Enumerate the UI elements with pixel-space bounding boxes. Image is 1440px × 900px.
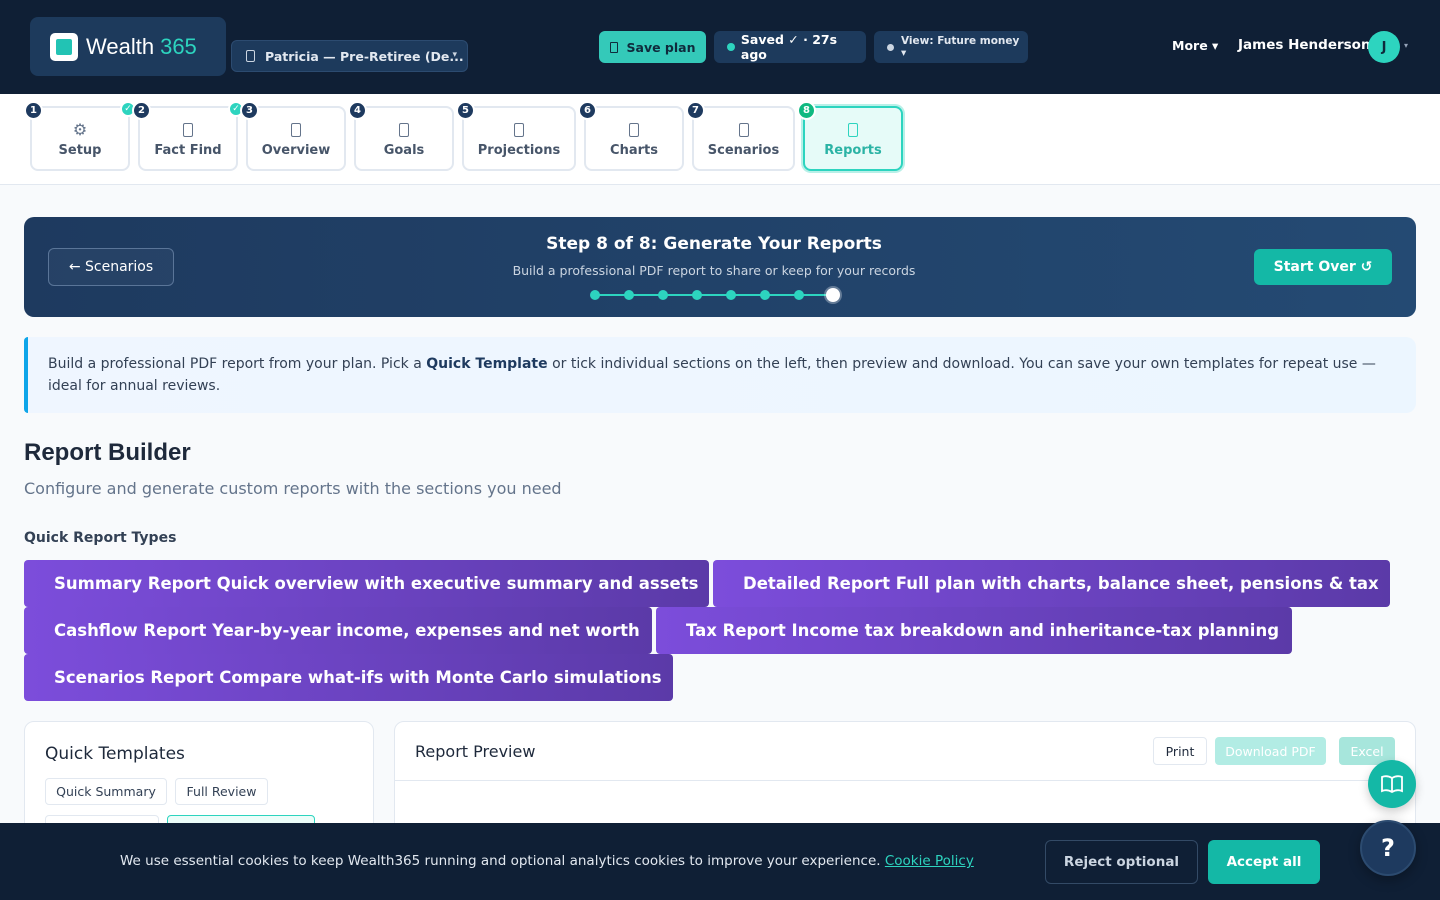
clipboard-icon bbox=[183, 120, 193, 140]
info-callout: Build a professional PDF report from you… bbox=[24, 337, 1416, 413]
reject-optional-button[interactable]: Reject optional bbox=[1045, 840, 1198, 884]
brand-logo[interactable]: Wealth 365 bbox=[30, 17, 226, 76]
projection-icon bbox=[514, 120, 524, 140]
wizard-steps: 1 ⚙ Setup ✓ 2 Fact Find ✓ 3 Overview 4 G… bbox=[0, 94, 1440, 185]
saved-status: Saved ✓ · 27s ago bbox=[714, 31, 866, 63]
step-banner: ← Scenarios Step 8 of 8: Generate Your R… bbox=[24, 217, 1416, 317]
view-mode-toggle[interactable]: View: Future money ▾ bbox=[874, 31, 1028, 63]
cashflow-report-button[interactable]: Cashflow Report Year-by-year income, exp… bbox=[24, 607, 652, 654]
step-subtitle: Build a professional PDF report to share… bbox=[512, 263, 916, 278]
progress-dot bbox=[624, 290, 634, 300]
tab-scenarios[interactable]: 7 Scenarios bbox=[686, 101, 795, 171]
template-quick-summary[interactable]: Quick Summary bbox=[45, 778, 167, 805]
avatar[interactable]: J bbox=[1368, 31, 1400, 63]
user-name[interactable]: James Henderson bbox=[1238, 37, 1371, 53]
progress-dot bbox=[692, 290, 702, 300]
target-icon bbox=[399, 120, 409, 140]
brand-name: Wealth 365 bbox=[86, 33, 197, 59]
step-number: 3 bbox=[240, 101, 259, 120]
report-preview-title: Report Preview bbox=[415, 742, 536, 761]
status-dot-icon bbox=[727, 43, 735, 51]
progress-dot bbox=[658, 290, 668, 300]
view-mode-label: View: Future money ▾ bbox=[900, 35, 1020, 59]
progress-dot bbox=[590, 290, 600, 300]
tab-setup[interactable]: 1 ⚙ Setup bbox=[24, 101, 130, 171]
saved-status-text: Saved ✓ · 27s ago bbox=[740, 32, 838, 62]
chart-icon bbox=[629, 120, 639, 140]
book-icon[interactable] bbox=[1368, 760, 1416, 808]
progress-dot bbox=[794, 290, 804, 300]
step-label: Scenarios bbox=[707, 142, 780, 158]
client-select[interactable]: Patricia — Pre-Retiree (De... ▾ bbox=[231, 40, 468, 72]
detailed-report-button[interactable]: Detailed Report Full plan with charts, b… bbox=[713, 560, 1390, 607]
cookie-banner: We use essential cookies to keep Wealth3… bbox=[0, 823, 1440, 900]
template-full-review[interactable]: Full Review bbox=[175, 778, 268, 805]
step-number: 7 bbox=[686, 101, 705, 120]
start-over-button[interactable]: Start Over ↺ bbox=[1254, 249, 1392, 285]
summary-report-button[interactable]: Summary Report Quick overview with execu… bbox=[24, 560, 709, 607]
tab-goals[interactable]: 4 Goals bbox=[348, 101, 454, 171]
progress-dot bbox=[726, 290, 736, 300]
save-plan-button[interactable]: Save plan bbox=[599, 31, 706, 63]
tab-fact-find[interactable]: ✓ 2 Fact Find bbox=[120, 101, 238, 171]
save-icon bbox=[609, 41, 618, 53]
chevron-down-icon: ▾ bbox=[452, 50, 457, 60]
tab-charts[interactable]: 6 Charts bbox=[578, 101, 684, 171]
accept-all-button[interactable]: Accept all bbox=[1208, 840, 1320, 884]
cookie-message: We use essential cookies to keep Wealth3… bbox=[120, 853, 881, 869]
tab-overview[interactable]: ✓ 3 Overview bbox=[228, 101, 346, 171]
page-subtitle: Configure and generate custom reports wi… bbox=[24, 479, 562, 498]
cookie-policy-link[interactable]: Cookie Policy bbox=[885, 853, 974, 869]
save-plan-label: Save plan bbox=[626, 39, 696, 55]
step-number: 1 bbox=[24, 101, 43, 120]
step-label: Fact Find bbox=[154, 142, 222, 158]
divider bbox=[395, 780, 1415, 781]
step-number: 8 bbox=[797, 101, 816, 120]
cookie-text: We use essential cookies to keep Wealth3… bbox=[120, 853, 974, 869]
logo-mark-icon bbox=[50, 32, 78, 61]
info-text: Build a professional PDF report from you… bbox=[48, 356, 427, 372]
step-label: Projections bbox=[477, 142, 561, 158]
report-icon bbox=[848, 120, 858, 140]
step-number: 4 bbox=[348, 101, 367, 120]
step-title: Step 8 of 8: Generate Your Reports bbox=[546, 234, 882, 254]
tax-report-button[interactable]: Tax Report Income tax breakdown and inhe… bbox=[656, 607, 1292, 654]
step-progress bbox=[588, 288, 840, 302]
client-select-value: Patricia — Pre-Retiree (De... bbox=[265, 48, 464, 64]
step-number: 2 bbox=[132, 101, 151, 120]
more-menu[interactable]: More ▾ bbox=[1172, 38, 1218, 53]
progress-dot bbox=[826, 288, 840, 302]
tab-projections[interactable]: 5 Projections bbox=[456, 101, 576, 171]
step-label: Setup bbox=[58, 142, 102, 158]
tab-reports[interactable]: 8 Reports bbox=[797, 101, 903, 171]
quick-templates-title: Quick Templates bbox=[45, 744, 185, 764]
app-header: Wealth 365 Patricia — Pre-Retiree (De... … bbox=[0, 0, 1440, 94]
document-icon bbox=[291, 120, 301, 140]
print-button[interactable]: Print bbox=[1153, 737, 1207, 765]
step-label: Charts bbox=[610, 142, 658, 158]
step-label: Reports bbox=[824, 142, 882, 158]
step-label: Goals bbox=[383, 142, 425, 158]
progress-dot bbox=[760, 290, 770, 300]
step-number: 6 bbox=[578, 101, 597, 120]
step-label: Overview bbox=[261, 142, 331, 158]
page-title: Report Builder bbox=[24, 439, 191, 466]
help-button[interactable]: ? bbox=[1360, 820, 1416, 876]
download-pdf-button[interactable]: Download PDF bbox=[1215, 737, 1326, 765]
gear-icon: ⚙ bbox=[72, 119, 88, 139]
step-number: 5 bbox=[456, 101, 475, 120]
scenario-icon bbox=[738, 120, 749, 140]
client-icon bbox=[246, 50, 255, 62]
quick-report-types-heading: Quick Report Types bbox=[24, 530, 177, 546]
user-menu-caret-icon[interactable]: ▾ bbox=[1404, 41, 1408, 50]
info-highlight: Quick Template bbox=[426, 356, 548, 372]
view-dot-icon bbox=[887, 43, 894, 51]
scenarios-report-button[interactable]: Scenarios Report Compare what-ifs with M… bbox=[24, 654, 673, 701]
